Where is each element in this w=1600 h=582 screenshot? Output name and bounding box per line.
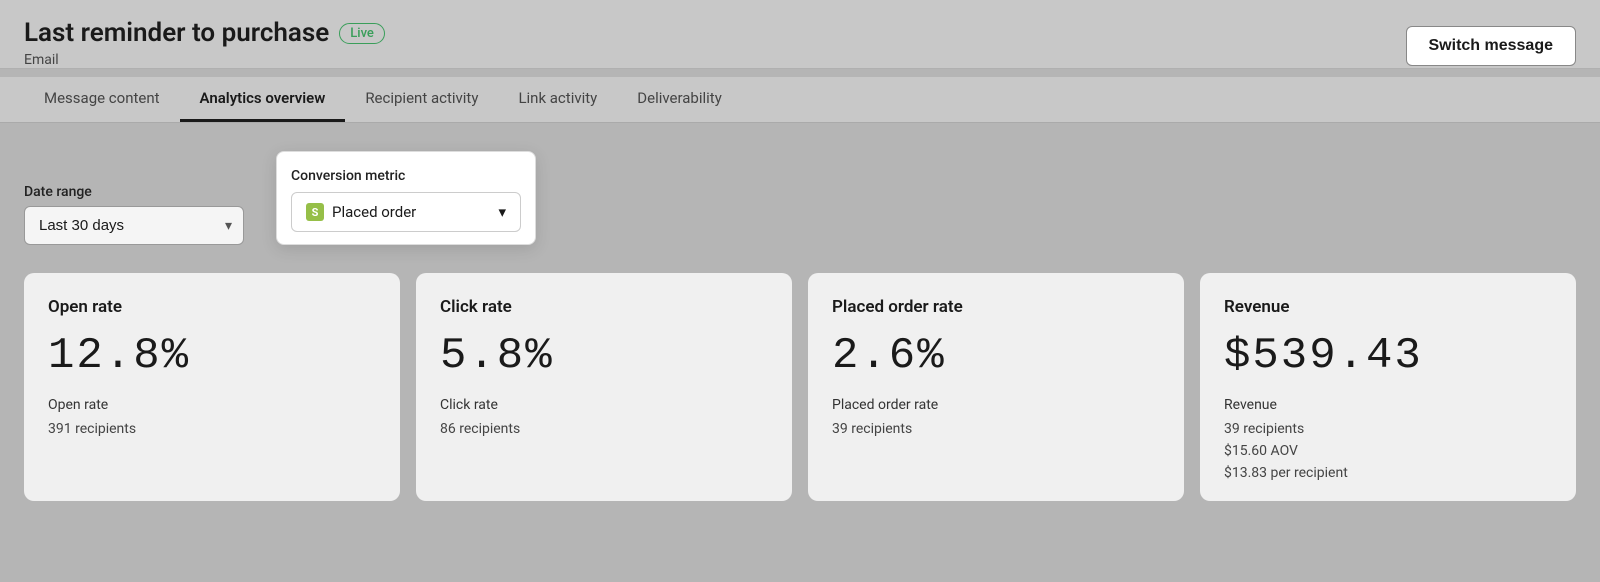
conversion-selected-label: Placed order [332, 203, 416, 221]
page-title: Last reminder to purchase [24, 18, 329, 48]
revenue-card: Revenue $539.43 Revenue 39 recipients $1… [1200, 273, 1576, 501]
email-subtitle: Email [24, 52, 385, 68]
click-rate-card: Click rate 5.8% Click rate 86 recipients [416, 273, 792, 501]
conversion-selected-left: S Placed order [306, 203, 416, 221]
placed-order-rate-value: 2.6% [832, 331, 1160, 381]
revenue-recipients: 39 recipients [1224, 421, 1552, 437]
conversion-metric-label: Conversion metric [291, 168, 521, 184]
open-rate-value: 12.8% [48, 331, 376, 381]
tab-analytics-overview[interactable]: Analytics overview [180, 77, 346, 122]
revenue-title: Revenue [1224, 297, 1552, 317]
open-rate-title: Open rate [48, 297, 376, 317]
tab-message-content[interactable]: Message content [24, 77, 180, 122]
open-rate-card: Open rate 12.8% Open rate 391 recipients [24, 273, 400, 501]
tab-link-activity[interactable]: Link activity [498, 77, 617, 122]
conversion-metric-dropdown: Conversion metric S Placed order ▾ [276, 151, 536, 245]
header-left: Last reminder to purchase Live Email [24, 18, 385, 68]
conversion-chevron-icon: ▾ [498, 203, 506, 221]
date-range-select-wrapper: Last 30 days Last 7 days Last 90 days Al… [24, 206, 244, 245]
tabs-row: Message content Analytics overview Recip… [0, 77, 1600, 123]
placed-order-rate-title: Placed order rate [832, 297, 1160, 317]
date-range-group: Date range Last 30 days Last 7 days Last… [24, 184, 244, 245]
placed-order-rate-card: Placed order rate 2.6% Placed order rate… [808, 273, 1184, 501]
click-rate-recipients: 86 recipients [440, 421, 768, 437]
tab-deliverability[interactable]: Deliverability [617, 77, 742, 122]
revenue-aov: $15.60 AOV [1224, 443, 1552, 459]
date-range-select[interactable]: Last 30 days Last 7 days Last 90 days Al… [24, 206, 244, 245]
switch-message-button[interactable]: Switch message [1406, 26, 1577, 66]
main-content: Date range Last 30 days Last 7 days Last… [0, 123, 1600, 582]
filters-row: Date range Last 30 days Last 7 days Last… [24, 151, 1576, 245]
header-title-row: Last reminder to purchase Live [24, 18, 385, 48]
tab-recipient-activity[interactable]: Recipient activity [345, 77, 498, 122]
revenue-sub-label: Revenue [1224, 397, 1552, 413]
open-rate-recipients: 391 recipients [48, 421, 376, 437]
open-rate-sub-label: Open rate [48, 397, 376, 413]
click-rate-title: Click rate [440, 297, 768, 317]
placed-order-rate-recipients: 39 recipients [832, 421, 1160, 437]
shopify-icon: S [306, 203, 324, 221]
date-range-label: Date range [24, 184, 244, 200]
revenue-value: $539.43 [1224, 331, 1552, 381]
revenue-per-recipient: $13.83 per recipient [1224, 465, 1552, 481]
placed-order-rate-sub-label: Placed order rate [832, 397, 1160, 413]
live-badge: Live [339, 23, 385, 44]
click-rate-value: 5.8% [440, 331, 768, 381]
cards-row: Open rate 12.8% Open rate 391 recipients… [24, 273, 1576, 501]
page-wrapper: Last reminder to purchase Live Email Swi… [0, 0, 1600, 582]
conversion-metric-select[interactable]: S Placed order ▾ [291, 192, 521, 232]
click-rate-sub-label: Click rate [440, 397, 768, 413]
header: Last reminder to purchase Live Email Swi… [0, 0, 1600, 69]
conversion-metric-group: Conversion metric S Placed order ▾ [276, 151, 536, 245]
